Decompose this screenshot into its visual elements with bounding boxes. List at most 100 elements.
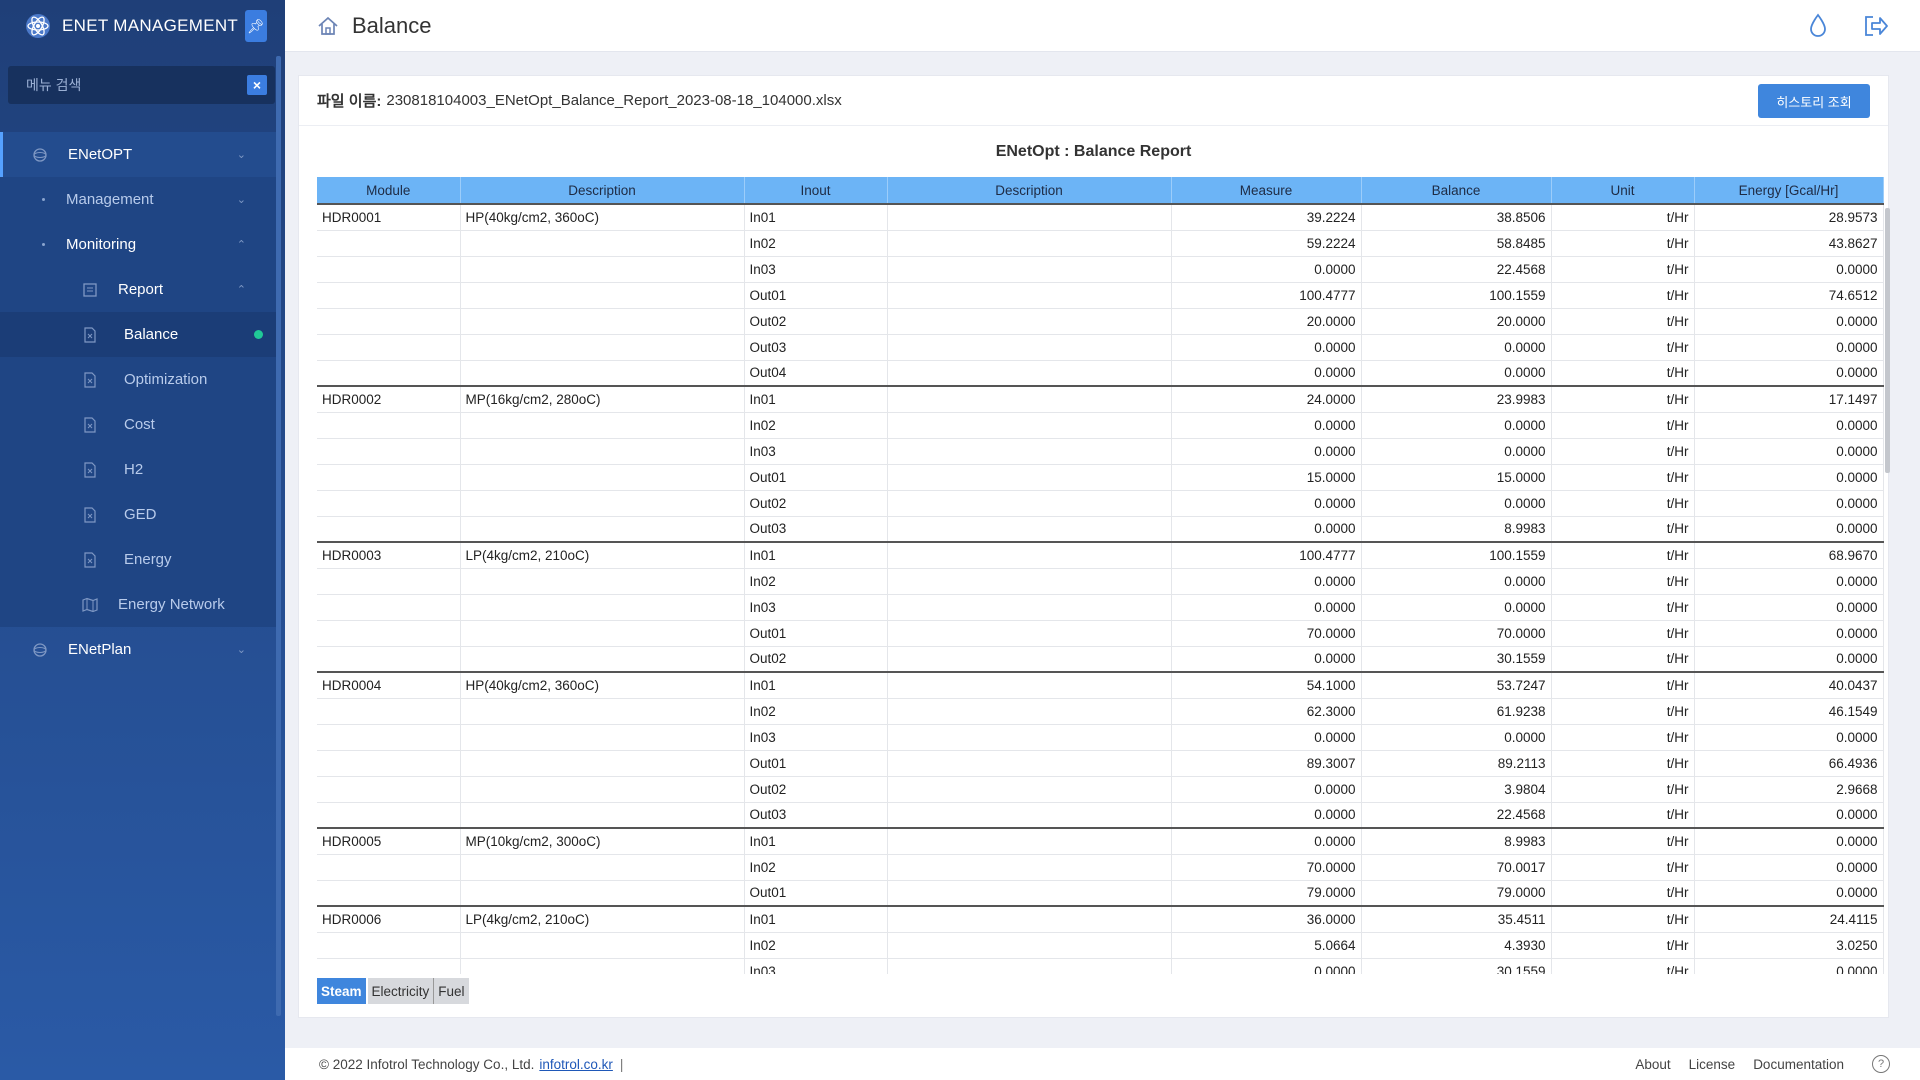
column-header[interactable]: Inout	[744, 177, 888, 204]
license-link[interactable]: License	[1689, 1057, 1736, 1072]
column-header[interactable]: Energy [Gcal/Hr]	[1694, 177, 1884, 204]
sidebar-item-optimization[interactable]: Optimization	[0, 357, 276, 402]
table-row[interactable]: Out01 15.0000 15.0000 t/Hr 0.0000	[317, 464, 1884, 491]
sidebar-item-management[interactable]: Management ⌄	[0, 177, 276, 222]
home-icon[interactable]	[317, 15, 339, 37]
table-cell	[460, 776, 745, 803]
table-row[interactable]: HDR0006 LP(4kg/cm2, 210oC) In01 36.0000 35.4…	[317, 905, 1884, 933]
table-row[interactable]: In02 70.0000 70.0017 t/Hr 0.0000	[317, 854, 1884, 881]
table-cell: t/Hr	[1551, 646, 1695, 673]
table-cell	[887, 282, 1172, 309]
table-cell: Out02	[744, 646, 888, 673]
table-cell	[460, 854, 745, 881]
column-header[interactable]: Description	[887, 177, 1172, 204]
sidebar-item-enetplan[interactable]: ENetPlan ⌄	[0, 627, 276, 672]
table-row[interactable]: In02 59.2224 58.8485 t/Hr 43.8627	[317, 230, 1884, 257]
sidebar-item-energy-network[interactable]: Energy Network	[0, 582, 276, 627]
sidebar-item-monitoring[interactable]: Monitoring ⌃	[0, 222, 276, 267]
pin-icon[interactable]: 📌︎	[245, 10, 267, 42]
table-row[interactable]: HDR0003 LP(4kg/cm2, 210oC) In01 100.4777 100…	[317, 541, 1884, 569]
table-row[interactable]: Out04 0.0000 0.0000 t/Hr 0.0000	[317, 360, 1884, 387]
table-cell	[317, 308, 461, 335]
table-cell	[887, 385, 1172, 413]
table-scrollbar[interactable]	[1885, 208, 1890, 473]
table-cell	[317, 594, 461, 621]
table-cell: 59.2224	[1171, 230, 1362, 257]
table-cell	[460, 880, 745, 907]
table-row[interactable]: HDR0002 MP(16kg/cm2, 280oC) In01 24.0000 23.…	[317, 385, 1884, 413]
table-row[interactable]: Out03 0.0000 0.0000 t/Hr 0.0000	[317, 334, 1884, 361]
sidebar-item-h2[interactable]: H2	[0, 447, 276, 492]
file-name: 230818104003_ENetOpt_Balance_Report_2023…	[386, 92, 842, 109]
table-cell: In03	[744, 256, 888, 283]
table-cell: In01	[744, 203, 888, 231]
table-cell: 30.1559	[1361, 646, 1552, 673]
table-row[interactable]: In02 0.0000 0.0000 t/Hr 0.0000	[317, 412, 1884, 439]
table-row[interactable]: Out03 0.0000 22.4568 t/Hr 0.0000	[317, 802, 1884, 829]
table-row[interactable]: In03 0.0000 0.0000 t/Hr 0.0000	[317, 594, 1884, 621]
table-cell: Out03	[744, 516, 888, 543]
table-row[interactable]: Out01 70.0000 70.0000 t/Hr 0.0000	[317, 620, 1884, 647]
table-cell: 89.2113	[1361, 750, 1552, 777]
column-header[interactable]: Description	[460, 177, 745, 204]
table-cell: 0.0000	[1171, 776, 1362, 803]
app-title: ENET MANAGEMENT	[62, 16, 239, 35]
company-link[interactable]: infotrol.co.kr	[539, 1057, 613, 1072]
close-icon[interactable]: ×	[247, 75, 267, 95]
sidebar-item-energy[interactable]: Energy	[0, 537, 276, 582]
table-row[interactable]: Out02 20.0000 20.0000 t/Hr 0.0000	[317, 308, 1884, 335]
table-row[interactable]: Out02 0.0000 0.0000 t/Hr 0.0000	[317, 490, 1884, 517]
table-row[interactable]: Out02 0.0000 3.9804 t/Hr 2.9668	[317, 776, 1884, 803]
table-row[interactable]: Out02 0.0000 30.1559 t/Hr 0.0000	[317, 646, 1884, 673]
table-cell: t/Hr	[1551, 438, 1695, 465]
table-row[interactable]: Out01 89.3007 89.2113 t/Hr 66.4936	[317, 750, 1884, 777]
table-row[interactable]: In03 0.0000 30.1559 t/Hr 0.0000	[317, 958, 1884, 974]
documentation-link[interactable]: Documentation	[1753, 1057, 1844, 1072]
table-cell: In03	[744, 724, 888, 751]
menu-search-input[interactable]	[26, 77, 247, 93]
table-row[interactable]: In02 0.0000 0.0000 t/Hr 0.0000	[317, 568, 1884, 595]
about-link[interactable]: About	[1635, 1057, 1670, 1072]
tab-fuel[interactable]: Fuel	[434, 978, 469, 1004]
table-row[interactable]: HDR0001 HP(40kg/cm2, 360oC) In01 39.2224 38.…	[317, 203, 1884, 231]
table-cell	[460, 802, 745, 829]
table-row[interactable]: In03 0.0000 0.0000 t/Hr 0.0000	[317, 724, 1884, 751]
table-row[interactable]: HDR0004 HP(40kg/cm2, 360oC) In01 54.1000 53.…	[317, 671, 1884, 699]
sidebar-item-report[interactable]: Report ⌃	[0, 267, 276, 312]
sidebar-item-ged[interactable]: GED	[0, 492, 276, 537]
table-cell	[317, 750, 461, 777]
column-header[interactable]: Balance	[1361, 177, 1552, 204]
sidebar-item-enetopt[interactable]: ENetOPT ⌄	[0, 132, 276, 177]
table-row[interactable]: Out01 79.0000 79.0000 t/Hr 0.0000	[317, 880, 1884, 907]
balance-table-container[interactable]: Module Description Inout Description Mea…	[317, 177, 1890, 974]
file-info: 파일 이름: 230818104003_ENetOpt_Balance_Repo…	[299, 76, 1888, 126]
history-button[interactable]: 히스토리 조회	[1758, 84, 1870, 118]
table-row[interactable]: Out03 0.0000 8.9983 t/Hr 0.0000	[317, 516, 1884, 543]
table-cell	[460, 698, 745, 725]
table-cell	[460, 230, 745, 257]
tab-electricity[interactable]: Electricity	[367, 978, 435, 1004]
table-cell: 53.7247	[1361, 671, 1552, 699]
table-row[interactable]: In03 0.0000 22.4568 t/Hr 0.0000	[317, 256, 1884, 283]
table-cell	[887, 724, 1172, 751]
active-status-dot	[254, 330, 263, 339]
column-header[interactable]: Module	[317, 177, 461, 204]
table-cell: t/Hr	[1551, 412, 1695, 439]
table-row[interactable]: In02 5.0664 4.3930 t/Hr 3.0250	[317, 932, 1884, 959]
table-cell: 30.1559	[1361, 958, 1552, 974]
sidebar-item-balance[interactable]: Balance	[0, 312, 276, 357]
table-cell: t/Hr	[1551, 516, 1695, 543]
help-icon[interactable]: ?	[1872, 1055, 1890, 1073]
sidebar-scrollbar[interactable]	[276, 56, 281, 1016]
table-row[interactable]: HDR0005 MP(10kg/cm2, 300oC) In01 0.0000 8.99…	[317, 827, 1884, 855]
drop-icon[interactable]	[1804, 12, 1832, 40]
column-header[interactable]: Measure	[1171, 177, 1362, 204]
tab-steam[interactable]: Steam	[317, 978, 366, 1004]
column-header[interactable]: Unit	[1551, 177, 1695, 204]
table-cell: 61.9238	[1361, 698, 1552, 725]
table-row[interactable]: Out01 100.4777 100.1559 t/Hr 74.6512	[317, 282, 1884, 309]
table-row[interactable]: In03 0.0000 0.0000 t/Hr 0.0000	[317, 438, 1884, 465]
logout-icon[interactable]	[1862, 12, 1890, 40]
table-row[interactable]: In02 62.3000 61.9238 t/Hr 46.1549	[317, 698, 1884, 725]
sidebar-item-cost[interactable]: Cost	[0, 402, 276, 447]
